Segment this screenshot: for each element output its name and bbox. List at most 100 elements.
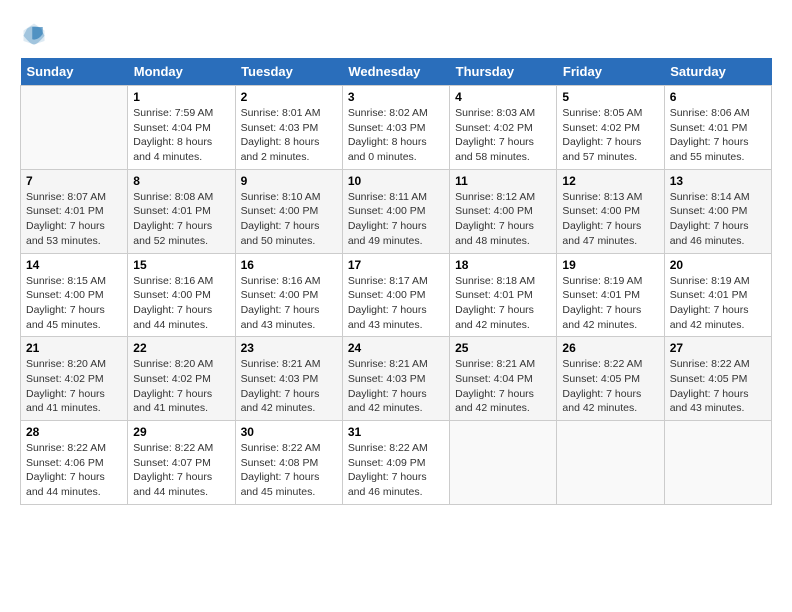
day-info: Sunrise: 8:06 AMSunset: 4:01 PMDaylight:… (670, 106, 766, 165)
calendar-cell: 11 Sunrise: 8:12 AMSunset: 4:00 PMDayligh… (450, 169, 557, 253)
day-info: Sunrise: 8:21 AMSunset: 4:04 PMDaylight:… (455, 357, 551, 416)
day-number: 17 (348, 258, 444, 272)
calendar-cell: 31 Sunrise: 8:22 AMSunset: 4:09 PMDayligh… (342, 421, 449, 505)
day-info: Sunrise: 8:17 AMSunset: 4:00 PMDaylight:… (348, 274, 444, 333)
day-info: Sunrise: 8:03 AMSunset: 4:02 PMDaylight:… (455, 106, 551, 165)
day-number: 13 (670, 174, 766, 188)
calendar-header-row: SundayMondayTuesdayWednesdayThursdayFrid… (21, 58, 772, 86)
day-number: 6 (670, 90, 766, 104)
calendar-cell: 21 Sunrise: 8:20 AMSunset: 4:02 PMDayligh… (21, 337, 128, 421)
calendar-cell: 9 Sunrise: 8:10 AMSunset: 4:00 PMDaylight… (235, 169, 342, 253)
day-header-monday: Monday (128, 58, 235, 86)
day-number: 12 (562, 174, 658, 188)
calendar-cell: 18 Sunrise: 8:18 AMSunset: 4:01 PMDayligh… (450, 253, 557, 337)
day-number: 27 (670, 341, 766, 355)
calendar-week-row: 28Sunrise: 8:22 AMSunset: 4:06 PMDayligh… (21, 421, 772, 505)
day-info: Sunrise: 8:22 AMSunset: 4:06 PMDaylight:… (26, 441, 122, 500)
calendar-cell: 28Sunrise: 8:22 AMSunset: 4:06 PMDayligh… (21, 421, 128, 505)
calendar-cell: 30 Sunrise: 8:22 AMSunset: 4:08 PMDayligh… (235, 421, 342, 505)
day-number: 31 (348, 425, 444, 439)
day-number: 26 (562, 341, 658, 355)
day-info: Sunrise: 8:11 AMSunset: 4:00 PMDaylight:… (348, 190, 444, 249)
calendar-cell: 14Sunrise: 8:15 AMSunset: 4:00 PMDayligh… (21, 253, 128, 337)
day-info: Sunrise: 8:07 AMSunset: 4:01 PMDaylight:… (26, 190, 122, 249)
calendar-cell: 25 Sunrise: 8:21 AMSunset: 4:04 PMDayligh… (450, 337, 557, 421)
day-info: Sunrise: 8:20 AMSunset: 4:02 PMDaylight:… (26, 357, 122, 416)
day-info: Sunrise: 8:14 AMSunset: 4:00 PMDaylight:… (670, 190, 766, 249)
day-info: Sunrise: 8:22 AMSunset: 4:05 PMDaylight:… (562, 357, 658, 416)
day-number: 21 (26, 341, 122, 355)
day-info: Sunrise: 8:22 AMSunset: 4:08 PMDaylight:… (241, 441, 337, 500)
day-number: 29 (133, 425, 229, 439)
day-number: 1 (133, 90, 229, 104)
day-header-sunday: Sunday (21, 58, 128, 86)
calendar-cell: 3 Sunrise: 8:02 AMSunset: 4:03 PMDaylight… (342, 86, 449, 170)
calendar-cell: 16Sunrise: 8:16 AMSunset: 4:00 PMDayligh… (235, 253, 342, 337)
day-info: Sunrise: 8:10 AMSunset: 4:00 PMDaylight:… (241, 190, 337, 249)
day-info: Sunrise: 7:59 AMSunset: 4:04 PMDaylight:… (133, 106, 229, 165)
calendar-cell: 13 Sunrise: 8:14 AMSunset: 4:00 PMDayligh… (664, 169, 771, 253)
calendar-cell: 4 Sunrise: 8:03 AMSunset: 4:02 PMDaylight… (450, 86, 557, 170)
calendar-cell: 7 Sunrise: 8:07 AMSunset: 4:01 PMDaylight… (21, 169, 128, 253)
day-info: Sunrise: 8:21 AMSunset: 4:03 PMDaylight:… (348, 357, 444, 416)
calendar-cell: 27 Sunrise: 8:22 AMSunset: 4:05 PMDayligh… (664, 337, 771, 421)
day-number: 23 (241, 341, 337, 355)
day-number: 24 (348, 341, 444, 355)
day-number: 9 (241, 174, 337, 188)
calendar-table: SundayMondayTuesdayWednesdayThursdayFrid… (20, 58, 772, 505)
day-info: Sunrise: 8:16 AMSunset: 4:00 PMDaylight:… (133, 274, 229, 333)
day-info: Sunrise: 8:20 AMSunset: 4:02 PMDaylight:… (133, 357, 229, 416)
logo-icon (20, 20, 48, 48)
calendar-cell: 23 Sunrise: 8:21 AMSunset: 4:03 PMDayligh… (235, 337, 342, 421)
day-number: 10 (348, 174, 444, 188)
calendar-cell: 8Sunrise: 8:08 AMSunset: 4:01 PMDaylight… (128, 169, 235, 253)
calendar-week-row: 1 Sunrise: 7:59 AMSunset: 4:04 PMDaylight… (21, 86, 772, 170)
day-info: Sunrise: 8:18 AMSunset: 4:01 PMDaylight:… (455, 274, 551, 333)
page-header (20, 20, 772, 48)
day-number: 16 (241, 258, 337, 272)
calendar-week-row: 7 Sunrise: 8:07 AMSunset: 4:01 PMDaylight… (21, 169, 772, 253)
calendar-cell (557, 421, 664, 505)
calendar-cell: 2 Sunrise: 8:01 AMSunset: 4:03 PMDaylight… (235, 86, 342, 170)
calendar-cell: 10 Sunrise: 8:11 AMSunset: 4:00 PMDayligh… (342, 169, 449, 253)
day-info: Sunrise: 8:15 AMSunset: 4:00 PMDaylight:… (26, 274, 122, 333)
day-info: Sunrise: 8:19 AMSunset: 4:01 PMDaylight:… (562, 274, 658, 333)
calendar-cell: 19Sunrise: 8:19 AMSunset: 4:01 PMDayligh… (557, 253, 664, 337)
day-number: 22 (133, 341, 229, 355)
day-number: 7 (26, 174, 122, 188)
calendar-week-row: 21 Sunrise: 8:20 AMSunset: 4:02 PMDayligh… (21, 337, 772, 421)
day-header-wednesday: Wednesday (342, 58, 449, 86)
calendar-cell (21, 86, 128, 170)
day-number: 2 (241, 90, 337, 104)
day-header-tuesday: Tuesday (235, 58, 342, 86)
day-number: 11 (455, 174, 551, 188)
calendar-cell: 29 Sunrise: 8:22 AMSunset: 4:07 PMDayligh… (128, 421, 235, 505)
calendar-cell: 22 Sunrise: 8:20 AMSunset: 4:02 PMDayligh… (128, 337, 235, 421)
calendar-cell: 12Sunrise: 8:13 AMSunset: 4:00 PMDayligh… (557, 169, 664, 253)
day-info: Sunrise: 8:21 AMSunset: 4:03 PMDaylight:… (241, 357, 337, 416)
day-number: 4 (455, 90, 551, 104)
day-info: Sunrise: 8:22 AMSunset: 4:05 PMDaylight:… (670, 357, 766, 416)
calendar-cell (450, 421, 557, 505)
day-info: Sunrise: 8:22 AMSunset: 4:09 PMDaylight:… (348, 441, 444, 500)
logo (20, 20, 52, 48)
calendar-cell: 5 Sunrise: 8:05 AMSunset: 4:02 PMDaylight… (557, 86, 664, 170)
calendar-cell: 15Sunrise: 8:16 AMSunset: 4:00 PMDayligh… (128, 253, 235, 337)
day-info: Sunrise: 8:05 AMSunset: 4:02 PMDaylight:… (562, 106, 658, 165)
day-number: 25 (455, 341, 551, 355)
day-number: 3 (348, 90, 444, 104)
day-number: 5 (562, 90, 658, 104)
day-info: Sunrise: 8:01 AMSunset: 4:03 PMDaylight:… (241, 106, 337, 165)
day-number: 18 (455, 258, 551, 272)
calendar-cell: 6 Sunrise: 8:06 AMSunset: 4:01 PMDaylight… (664, 86, 771, 170)
day-header-thursday: Thursday (450, 58, 557, 86)
calendar-cell: 17 Sunrise: 8:17 AMSunset: 4:00 PMDayligh… (342, 253, 449, 337)
day-info: Sunrise: 8:08 AMSunset: 4:01 PMDaylight:… (133, 190, 229, 249)
calendar-week-row: 14Sunrise: 8:15 AMSunset: 4:00 PMDayligh… (21, 253, 772, 337)
day-info: Sunrise: 8:02 AMSunset: 4:03 PMDaylight:… (348, 106, 444, 165)
day-number: 30 (241, 425, 337, 439)
day-info: Sunrise: 8:22 AMSunset: 4:07 PMDaylight:… (133, 441, 229, 500)
calendar-cell: 24 Sunrise: 8:21 AMSunset: 4:03 PMDayligh… (342, 337, 449, 421)
day-info: Sunrise: 8:12 AMSunset: 4:00 PMDaylight:… (455, 190, 551, 249)
day-header-friday: Friday (557, 58, 664, 86)
